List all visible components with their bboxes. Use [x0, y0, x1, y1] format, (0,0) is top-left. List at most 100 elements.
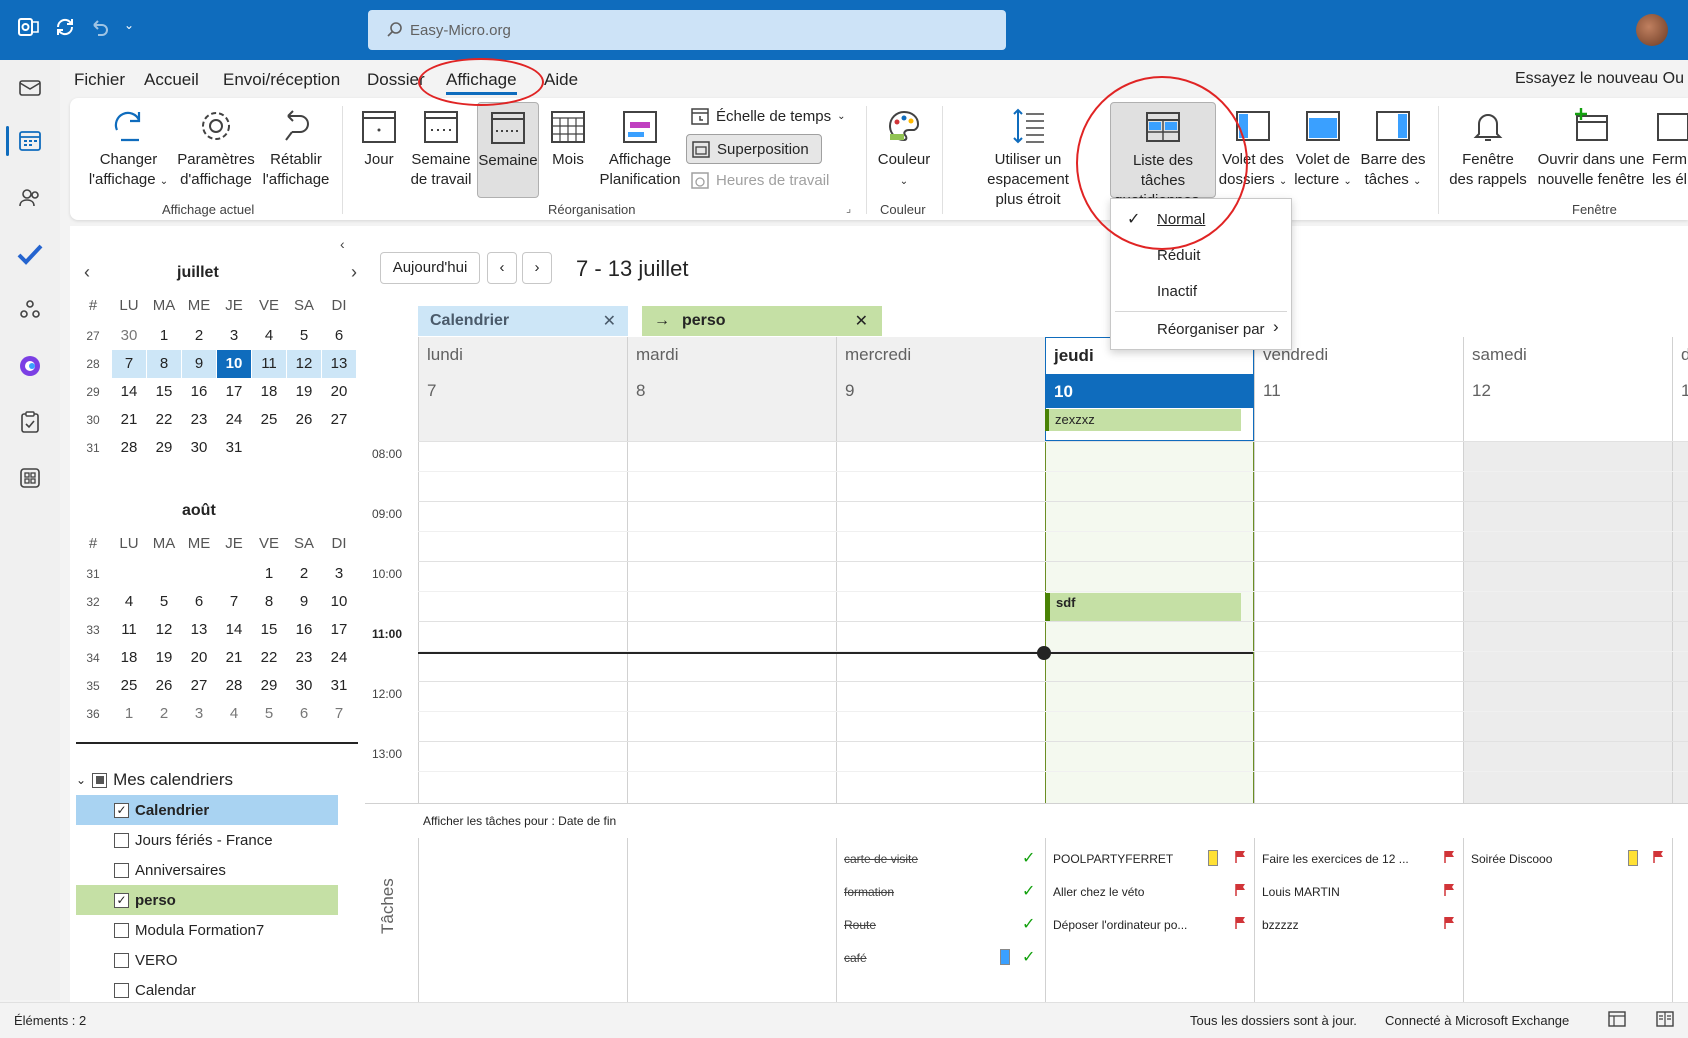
day-time-column[interactable]: [836, 441, 1045, 803]
day-cell[interactable]: 22: [252, 644, 286, 672]
day-cell[interactable]: 30: [182, 434, 216, 462]
task-item[interactable]: Route: [844, 918, 876, 932]
day-cell[interactable]: 22: [147, 406, 181, 434]
day-cell[interactable]: 3: [182, 700, 216, 728]
next-month-chevron-icon[interactable]: ›: [351, 262, 357, 283]
semaine-button[interactable]: Semaine: [477, 102, 539, 198]
tab-calendrier[interactable]: Calendrier ✕: [418, 306, 628, 336]
task-item[interactable]: Louis MARTIN: [1262, 885, 1340, 899]
superposition-button[interactable]: Superposition: [686, 134, 822, 164]
calendar-checkbox[interactable]: ✓: [114, 892, 129, 908]
day-cell[interactable]: 24: [217, 406, 251, 434]
dropdown-inactif[interactable]: Inactif: [1157, 283, 1197, 300]
task-complete-icon[interactable]: ✓: [1022, 914, 1035, 934]
day-column-header[interactable]: samedi 12: [1463, 337, 1672, 441]
day-cell[interactable]: 11: [252, 350, 286, 378]
menu-envoi-reception[interactable]: Envoi/réception: [223, 70, 340, 90]
normal-view-icon[interactable]: [1608, 1011, 1626, 1030]
nouvelle-fenetre-button[interactable]: Ouvrir dans une nouvelle fenêtre: [1534, 106, 1648, 190]
calendar-item[interactable]: VERO: [76, 945, 338, 975]
day-cell[interactable]: 5: [147, 588, 181, 616]
day-cell[interactable]: 12: [287, 350, 321, 378]
day-cell[interactable]: 24: [322, 644, 356, 672]
user-avatar[interactable]: [1636, 14, 1668, 46]
day-cell[interactable]: 7: [217, 588, 251, 616]
prev-month-chevron-icon[interactable]: ‹: [84, 262, 90, 283]
day-cell[interactable]: 21: [112, 406, 146, 434]
today-button[interactable]: Aujourd'hui: [380, 252, 480, 284]
day-cell[interactable]: 2: [287, 560, 321, 588]
task-item[interactable]: bzzzzz: [1262, 918, 1299, 932]
day-cell[interactable]: 30: [287, 672, 321, 700]
flag-icon[interactable]: [1653, 850, 1665, 867]
day-cell[interactable]: [252, 434, 286, 462]
day-cell[interactable]: 18: [252, 378, 286, 406]
day-cell[interactable]: 10: [217, 350, 251, 378]
task-complete-icon[interactable]: ✓: [1022, 947, 1035, 967]
fermer-elements-button[interactable]: Ferm les él: [1652, 106, 1688, 190]
day-cell[interactable]: 15: [252, 616, 286, 644]
day-time-column[interactable]: [627, 441, 836, 803]
day-cell[interactable]: 6: [182, 588, 216, 616]
day-cell[interactable]: 25: [252, 406, 286, 434]
calendar-icon[interactable]: [14, 124, 46, 156]
calendar-item[interactable]: Calendar: [76, 975, 338, 1005]
flag-icon[interactable]: [1235, 883, 1247, 900]
retablir-affichage-button[interactable]: Rétablir l'affichage: [260, 106, 332, 190]
parametres-affichage-button[interactable]: Paramètres d'affichage: [175, 106, 257, 190]
day-cell[interactable]: 8: [147, 350, 181, 378]
day-cell[interactable]: 29: [252, 672, 286, 700]
calendar-item[interactable]: ✓ perso: [76, 885, 338, 915]
task-complete-icon[interactable]: ✓: [1022, 881, 1035, 901]
calendar-checkbox[interactable]: [114, 952, 129, 968]
day-cell[interactable]: 5: [287, 322, 321, 350]
day-cell[interactable]: 4: [112, 588, 146, 616]
day-column-header[interactable]: d1: [1672, 337, 1688, 441]
barre-taches-button[interactable]: Barre des tâches ⌄: [1358, 106, 1428, 192]
day-cell[interactable]: 16: [287, 616, 321, 644]
day-cell[interactable]: 10: [322, 588, 356, 616]
day-cell[interactable]: 6: [322, 322, 356, 350]
day-cell[interactable]: 19: [287, 378, 321, 406]
day-cell[interactable]: [287, 434, 321, 462]
day-time-column[interactable]: [1463, 441, 1672, 803]
day-column-header[interactable]: mardi 8: [627, 337, 836, 441]
day-cell[interactable]: 5: [252, 700, 286, 728]
day-cell[interactable]: 17: [217, 378, 251, 406]
mois-button[interactable]: Mois: [546, 106, 590, 170]
day-column-header[interactable]: lundi 7: [418, 337, 627, 441]
apps-icon[interactable]: [14, 462, 46, 494]
day-cell[interactable]: 4: [252, 322, 286, 350]
flag-icon[interactable]: [1444, 916, 1456, 933]
calendar-item[interactable]: Anniversaires: [76, 855, 338, 885]
day-cell[interactable]: 14: [217, 616, 251, 644]
next-week-button[interactable]: ›: [522, 252, 552, 284]
try-new-outlook[interactable]: Essayez le nouveau Ou: [1515, 70, 1684, 88]
calendar-checkbox[interactable]: [114, 832, 129, 848]
day-cell[interactable]: 12: [147, 616, 181, 644]
heures-travail-button[interactable]: Heures de travail: [690, 170, 829, 190]
day-cell[interactable]: 27: [182, 672, 216, 700]
collapse-pane-chevron-icon[interactable]: ‹: [340, 236, 345, 252]
dialog-launcher-icon[interactable]: ⌟: [846, 202, 851, 215]
flag-icon[interactable]: [1235, 916, 1247, 933]
day-cell[interactable]: 3: [217, 322, 251, 350]
day-cell[interactable]: 18: [112, 644, 146, 672]
day-cell[interactable]: [182, 560, 216, 588]
task-item[interactable]: Déposer l'ordinateur po...: [1053, 918, 1187, 932]
reading-view-icon[interactable]: [1656, 1011, 1674, 1030]
task-item[interactable]: Aller chez le véto: [1053, 885, 1144, 899]
calendar-checkbox[interactable]: [114, 862, 129, 878]
volet-lecture-button[interactable]: Volet de lecture ⌄: [1290, 106, 1356, 192]
calendar-checkbox[interactable]: [114, 982, 129, 998]
todo-icon[interactable]: [14, 238, 46, 270]
day-cell[interactable]: 27: [322, 406, 356, 434]
day-cell[interactable]: 19: [147, 644, 181, 672]
day-cell[interactable]: [147, 560, 181, 588]
day-cell[interactable]: 1: [147, 322, 181, 350]
menu-dossier[interactable]: Dossier: [367, 70, 425, 90]
semaine-travail-button[interactable]: Semaine de travail: [408, 106, 474, 190]
day-cell[interactable]: 7: [322, 700, 356, 728]
close-icon[interactable]: ✕: [603, 311, 616, 331]
day-cell[interactable]: 14: [112, 378, 146, 406]
